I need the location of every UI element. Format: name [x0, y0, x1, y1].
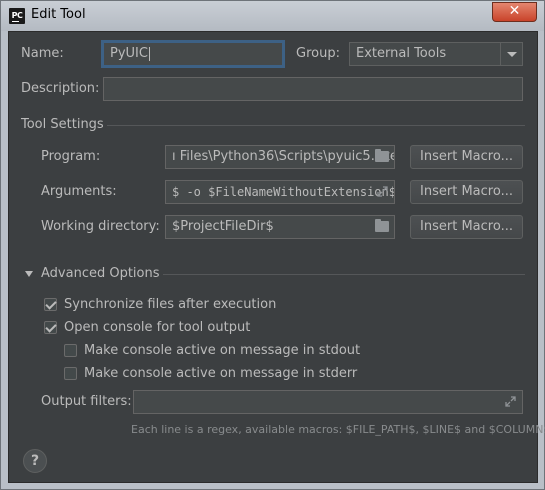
insert-macro-workdir-button[interactable]: Insert Macro... — [410, 215, 523, 239]
close-icon: ✕ — [508, 3, 521, 19]
chevron-down-icon — [500, 43, 522, 65]
open-console-label[interactable]: Open console for tool output — [64, 320, 250, 336]
stderr-active-checkbox[interactable] — [64, 367, 77, 380]
open-console-checkbox[interactable] — [44, 321, 57, 334]
output-filters-input[interactable] — [133, 390, 523, 414]
stderr-active-label[interactable]: Make console active on message in stderr — [84, 366, 357, 382]
advanced-options-heading[interactable]: Advanced Options — [41, 266, 160, 282]
triangle-down-icon[interactable] — [25, 271, 33, 277]
description-input[interactable] — [103, 77, 523, 101]
window-title: Edit Tool — [31, 7, 86, 22]
stdout-active-label[interactable]: Make console active on message in stdout — [84, 343, 360, 359]
workdir-label: Working directory: — [41, 219, 160, 234]
sync-files-label[interactable]: Synchronize files after execution — [64, 297, 276, 313]
program-label: Program: — [41, 149, 101, 164]
insert-macro-arguments-button[interactable]: Insert Macro... — [410, 180, 523, 204]
arguments-label: Arguments: — [41, 184, 117, 199]
sync-files-checkbox[interactable] — [44, 298, 57, 311]
insert-macro-program-button[interactable]: Insert Macro... — [410, 145, 523, 169]
arguments-value: $ -o $FileNameWithoutExtension$.py — [172, 185, 395, 199]
program-input[interactable]: ı Files\Python36\Scripts\pyuic5.exe — [165, 145, 395, 169]
group-select[interactable]: External Tools — [349, 42, 523, 66]
name-input[interactable]: PyUIC — [103, 42, 283, 66]
program-value: ı Files\Python36\Scripts\pyuic5.exe — [172, 149, 395, 164]
folder-icon[interactable] — [375, 149, 389, 162]
workdir-input[interactable]: $ProjectFileDir$ — [165, 215, 395, 239]
group-value: External Tools — [356, 46, 447, 61]
advanced-divider — [163, 274, 525, 275]
name-value: PyUIC — [110, 46, 148, 61]
help-icon: ? — [30, 453, 40, 469]
folder-icon[interactable] — [375, 219, 389, 232]
group-label: Group: — [296, 46, 340, 61]
output-filters-hint: Each line is a regex, available macros: … — [131, 423, 545, 436]
close-button[interactable]: ✕ — [492, 2, 537, 22]
tool-settings-divider — [107, 125, 525, 126]
workdir-value: $ProjectFileDir$ — [172, 219, 274, 234]
output-filters-label: Output filters: — [41, 394, 132, 409]
expand-icon[interactable] — [504, 395, 517, 408]
stdout-active-checkbox[interactable] — [64, 344, 77, 357]
arguments-input[interactable]: $ -o $FileNameWithoutExtension$.py — [165, 180, 395, 204]
title-bar[interactable]: PC Edit Tool ✕ — [1, 1, 544, 31]
help-button[interactable]: ? — [23, 449, 47, 473]
pycharm-icon: PC — [9, 8, 25, 24]
tool-settings-heading: Tool Settings — [21, 117, 104, 132]
description-label: Description: — [21, 81, 100, 96]
dialog-content: Name: PyUIC Group: External Tools Descri… — [8, 31, 545, 483]
expand-icon[interactable] — [376, 185, 389, 198]
name-label: Name: — [21, 46, 64, 61]
edit-tool-dialog: PC Edit Tool ✕ Name: PyUIC Group: Extern… — [0, 0, 545, 490]
